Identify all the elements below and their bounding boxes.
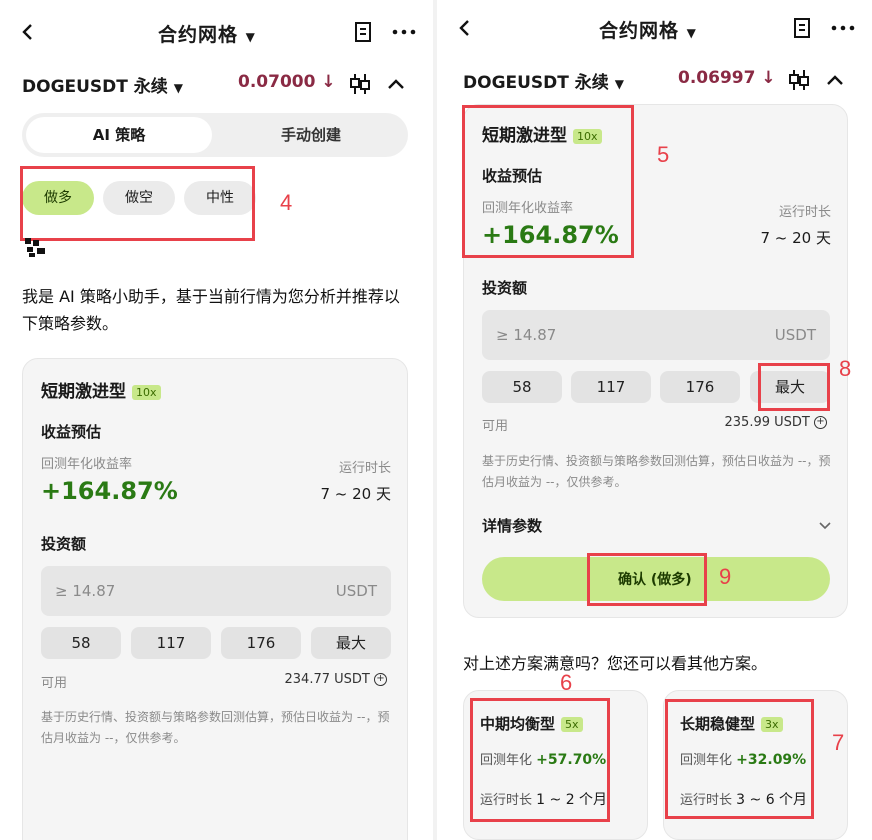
duration-value: 7 ~ 20 天 — [760, 229, 831, 247]
input-unit: USDT — [335, 582, 377, 600]
amount-preset-117[interactable]: 117 — [131, 627, 211, 659]
chevron-up-icon[interactable] — [384, 72, 408, 96]
leverage-badge: 10x — [132, 385, 161, 400]
invest-amount-heading: 投资额 — [41, 535, 87, 553]
details-params-label: 详情参数 — [482, 517, 543, 535]
dropdown-caret-icon: ▼ — [614, 77, 624, 91]
annotation-number-5: 5 — [657, 142, 670, 167]
amount-preset-max[interactable]: 最大 — [750, 371, 830, 403]
alt-card-duration: 运行时长 1 ~ 2 个月 — [480, 792, 608, 808]
available-label: 可用 — [41, 676, 68, 691]
input-placeholder: ≥ 14.87 — [55, 582, 116, 600]
candlestick-icon[interactable] — [348, 72, 372, 96]
alt-plan-card-long[interactable]: 长期稳健型 3x 回测年化 +32.09% 运行时长 3 ~ 6 个月 — [663, 690, 848, 840]
right-screen: 合约网格 ▼ DOGEUSDT 永续 ▼ 0.06997 ↓ 短期激进型 10x … — [437, 0, 872, 840]
chevron-down-icon — [818, 517, 832, 536]
roi-value: +164.87% — [482, 221, 619, 249]
card-title: 短期激进型 — [41, 382, 126, 402]
last-price: 0.07000 ↓ — [238, 72, 336, 92]
annotation-number-7: 7 — [832, 730, 845, 755]
card-title-row: 短期激进型 10x — [482, 121, 602, 146]
alt-card-roi: 回测年化 +32.09% — [680, 752, 807, 768]
input-unit: USDT — [774, 326, 816, 344]
annotation-number-6: 6 — [560, 670, 573, 695]
candlestick-icon[interactable] — [787, 68, 811, 92]
amount-preset-max[interactable]: 最大 — [311, 627, 391, 659]
roi-label: 回测年化收益率 — [41, 457, 133, 472]
available-label: 可用 — [482, 419, 509, 434]
document-icon[interactable] — [791, 16, 815, 40]
amount-preset-58[interactable]: 58 — [482, 371, 562, 403]
duration-value: 7 ~ 20 天 — [320, 485, 391, 503]
tab-manual-create[interactable]: 手动创建 — [218, 117, 404, 153]
input-placeholder: ≥ 14.87 — [496, 326, 557, 344]
page-title[interactable]: 合约网格 ▼ — [158, 20, 256, 47]
alt-card-title: 长期稳健型 — [680, 715, 756, 733]
details-params-toggle[interactable]: 详情参数 — [482, 515, 832, 537]
tab-ai-strategy[interactable]: AI 策略 — [26, 117, 212, 153]
leverage-badge: 10x — [573, 129, 602, 144]
alt-card-title-row: 中期均衡型 5x — [480, 713, 583, 734]
alt-card-roi: 回测年化 +57.70% — [480, 752, 607, 768]
more-icon[interactable] — [390, 20, 418, 44]
annotation-number-8: 8 — [839, 356, 852, 381]
amount-preset-176[interactable]: 176 — [221, 627, 301, 659]
strategy-card: 短期激进型 10x 收益预估 回测年化收益率 +164.87% 运行时长 7 ~ … — [463, 104, 848, 618]
invest-amount-input[interactable]: ≥ 14.87 USDT — [482, 310, 830, 360]
leverage-badge: 3x — [761, 717, 783, 732]
roi-label: 回测年化收益率 — [482, 201, 574, 216]
dropdown-caret-icon: ▼ — [686, 26, 697, 40]
amount-preset-176[interactable]: 176 — [660, 371, 740, 403]
back-arrow-icon[interactable] — [16, 20, 40, 44]
strategy-card: 短期激进型 10x 收益预估 回测年化收益率 +164.87% 运行时长 7 ~ … — [22, 358, 408, 840]
pair-selector[interactable]: DOGEUSDT 永续 ▼ — [463, 68, 624, 93]
direction-long-button[interactable]: 做多 — [22, 181, 94, 215]
estimate-disclaimer: 基于历史行情、投资额与策略参数回测估算，预估日收益为 --，预估月收益为 --，… — [41, 710, 390, 745]
available-balance: 234.77 USDT + — [285, 672, 387, 687]
duration-label: 运行时长 — [778, 205, 831, 220]
more-icon[interactable] — [829, 16, 857, 40]
back-arrow-icon[interactable] — [453, 16, 477, 40]
alt-plan-card-medium[interactable]: 中期均衡型 5x 回测年化 +57.70% 运行时长 1 ~ 2 个月 — [463, 690, 648, 840]
plus-circle-icon[interactable]: + — [814, 416, 827, 429]
other-plans-prompt: 对上述方案满意吗？您还可以看其他方案。 — [463, 654, 768, 673]
last-price: 0.06997 ↓ — [678, 68, 776, 88]
amount-preset-117[interactable]: 117 — [571, 371, 651, 403]
card-title: 短期激进型 — [482, 126, 567, 146]
confirm-long-button[interactable]: 确认 (做多) — [482, 557, 830, 601]
assistant-message: 我是 AI 策略小助手，基于当前行情为您分析并推荐以下策略参数。 — [22, 287, 400, 333]
leverage-badge: 5x — [561, 717, 583, 732]
invest-amount-input[interactable]: ≥ 14.87 USDT — [41, 566, 391, 616]
annotation-number-4: 4 — [280, 190, 293, 215]
document-icon[interactable] — [352, 20, 376, 44]
alt-card-title: 中期均衡型 — [480, 715, 556, 733]
qr-icon — [25, 238, 47, 258]
pair-selector[interactable]: DOGEUSDT 永续 ▼ — [22, 72, 183, 97]
alt-card-title-row: 长期稳健型 3x — [680, 713, 783, 734]
estimate-disclaimer: 基于历史行情、投资额与策略参数回测估算，预估日收益为 --，预估月收益为 --，… — [482, 454, 831, 489]
plus-circle-icon[interactable]: + — [374, 673, 387, 686]
confirm-label: 确认 (做多) — [618, 572, 692, 588]
dropdown-caret-icon: ▼ — [173, 81, 183, 95]
page-title[interactable]: 合约网格 ▼ — [599, 16, 697, 43]
invest-amount-heading: 投资额 — [482, 279, 528, 297]
direction-neutral-button[interactable]: 中性 — [184, 181, 256, 215]
chevron-up-icon[interactable] — [823, 68, 847, 92]
dropdown-caret-icon: ▼ — [245, 30, 256, 44]
amount-preset-58[interactable]: 58 — [41, 627, 121, 659]
alt-card-duration: 运行时长 3 ~ 6 个月 — [680, 792, 808, 808]
roi-value: +164.87% — [41, 477, 178, 505]
left-screen: 合约网格 ▼ DOGEUSDT 永续 ▼ 0.07000 ↓ AI 策略 手动创… — [0, 0, 433, 840]
annotation-number-9: 9 — [719, 564, 732, 589]
duration-label: 运行时长 — [338, 461, 391, 476]
yield-estimate-heading: 收益预估 — [41, 423, 102, 441]
yield-estimate-heading: 收益预估 — [482, 167, 543, 185]
strategy-tabs: AI 策略 手动创建 — [22, 113, 408, 157]
card-title-row: 短期激进型 10x — [41, 377, 161, 402]
available-balance: 235.99 USDT + — [725, 415, 827, 430]
direction-short-button[interactable]: 做空 — [103, 181, 175, 215]
